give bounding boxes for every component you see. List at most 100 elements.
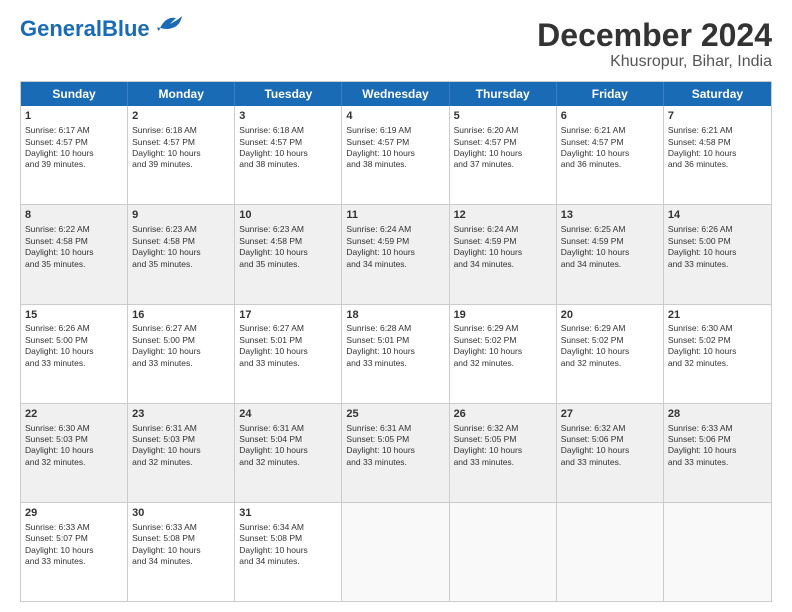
day-info: Sunset: 4:57 PM — [25, 137, 123, 148]
day-number: 1 — [25, 109, 123, 124]
day-info: Daylight: 10 hours — [454, 445, 552, 456]
day-info: Daylight: 10 hours — [239, 148, 337, 159]
day-info: Daylight: 10 hours — [25, 148, 123, 159]
calendar-day-cell: 30Sunrise: 6:33 AMSunset: 5:08 PMDayligh… — [128, 503, 235, 601]
day-info: and 34 minutes. — [132, 556, 230, 567]
calendar-day-cell: 13Sunrise: 6:25 AMSunset: 4:59 PMDayligh… — [557, 205, 664, 303]
calendar-empty-cell — [664, 503, 771, 601]
cal-header-day: Wednesday — [342, 82, 449, 106]
day-info: and 32 minutes. — [132, 457, 230, 468]
day-info: and 34 minutes. — [346, 259, 444, 270]
day-info: and 32 minutes. — [25, 457, 123, 468]
day-info: Sunset: 4:59 PM — [454, 236, 552, 247]
day-info: Sunset: 4:58 PM — [239, 236, 337, 247]
calendar-empty-cell — [342, 503, 449, 601]
day-info: and 33 minutes. — [25, 556, 123, 567]
day-info: Daylight: 10 hours — [25, 346, 123, 357]
day-info: Sunrise: 6:30 AM — [25, 423, 123, 434]
day-info: Sunset: 5:08 PM — [239, 533, 337, 544]
day-info: Sunrise: 6:25 AM — [561, 224, 659, 235]
cal-header-day: Monday — [128, 82, 235, 106]
day-info: and 32 minutes. — [239, 457, 337, 468]
calendar-day-cell: 2Sunrise: 6:18 AMSunset: 4:57 PMDaylight… — [128, 106, 235, 204]
calendar-day-cell: 4Sunrise: 6:19 AMSunset: 4:57 PMDaylight… — [342, 106, 449, 204]
page: GeneralBlue December 2024 Khusropur, Bih… — [0, 0, 792, 612]
day-number: 21 — [668, 308, 767, 323]
day-number: 13 — [561, 208, 659, 223]
day-number: 30 — [132, 506, 230, 521]
day-info: Sunrise: 6:33 AM — [668, 423, 767, 434]
calendar-header: SundayMondayTuesdayWednesdayThursdayFrid… — [21, 82, 771, 106]
day-info: Sunset: 4:57 PM — [454, 137, 552, 148]
day-info: Sunrise: 6:18 AM — [132, 125, 230, 136]
day-info: Sunset: 5:00 PM — [132, 335, 230, 346]
calendar-day-cell: 23Sunrise: 6:31 AMSunset: 5:03 PMDayligh… — [128, 404, 235, 502]
day-info: and 35 minutes. — [239, 259, 337, 270]
day-info: and 39 minutes. — [25, 159, 123, 170]
day-info: and 33 minutes. — [239, 358, 337, 369]
day-info: Daylight: 10 hours — [668, 247, 767, 258]
calendar-day-cell: 29Sunrise: 6:33 AMSunset: 5:07 PMDayligh… — [21, 503, 128, 601]
day-info: and 36 minutes. — [668, 159, 767, 170]
day-info: Sunrise: 6:32 AM — [454, 423, 552, 434]
calendar-day-cell: 21Sunrise: 6:30 AMSunset: 5:02 PMDayligh… — [664, 305, 771, 403]
calendar-day-cell: 5Sunrise: 6:20 AMSunset: 4:57 PMDaylight… — [450, 106, 557, 204]
logo: GeneralBlue — [20, 18, 184, 40]
calendar-body: 1Sunrise: 6:17 AMSunset: 4:57 PMDaylight… — [21, 106, 771, 601]
title-block: December 2024 Khusropur, Bihar, India — [537, 18, 772, 71]
subtitle: Khusropur, Bihar, India — [537, 53, 772, 71]
calendar-empty-cell — [450, 503, 557, 601]
day-info: and 33 minutes. — [346, 358, 444, 369]
day-info: Sunset: 5:08 PM — [132, 533, 230, 544]
calendar-day-cell: 20Sunrise: 6:29 AMSunset: 5:02 PMDayligh… — [557, 305, 664, 403]
calendar-day-cell: 18Sunrise: 6:28 AMSunset: 5:01 PMDayligh… — [342, 305, 449, 403]
day-info: Sunset: 5:02 PM — [668, 335, 767, 346]
day-info: and 38 minutes. — [346, 159, 444, 170]
day-info: Sunrise: 6:26 AM — [25, 323, 123, 334]
day-number: 24 — [239, 407, 337, 422]
day-info: Sunset: 5:05 PM — [346, 434, 444, 445]
day-info: Sunset: 4:58 PM — [132, 236, 230, 247]
logo-text: GeneralBlue — [20, 18, 150, 40]
calendar-day-cell: 17Sunrise: 6:27 AMSunset: 5:01 PMDayligh… — [235, 305, 342, 403]
day-number: 22 — [25, 407, 123, 422]
day-info: and 35 minutes. — [132, 259, 230, 270]
header: GeneralBlue December 2024 Khusropur, Bih… — [20, 18, 772, 71]
day-info: Daylight: 10 hours — [25, 247, 123, 258]
day-info: and 32 minutes. — [454, 358, 552, 369]
calendar-week: 15Sunrise: 6:26 AM Sunset: 5:00 PM Dayligh… — [21, 305, 771, 404]
logo-general: General — [20, 16, 102, 41]
day-info: and 34 minutes. — [239, 556, 337, 567]
day-info: Sunrise: 6:29 AM — [561, 323, 659, 334]
calendar-week: 1Sunrise: 6:17 AMSunset: 4:57 PMDaylight… — [21, 106, 771, 205]
day-info: Sunrise: 6:29 AM — [454, 323, 552, 334]
day-number: 18 — [346, 308, 444, 323]
day-info: Daylight: 10 hours — [668, 346, 767, 357]
day-info: Sunset: 5:05 PM — [454, 434, 552, 445]
day-info: Sunrise: 6:20 AM — [454, 125, 552, 136]
day-number: 15 — [25, 308, 123, 323]
day-info: Sunset: 5:03 PM — [132, 434, 230, 445]
day-info: Sunrise: 6:21 AM — [561, 125, 659, 136]
day-number: 20 — [561, 308, 659, 323]
day-info: Sunrise: 6:31 AM — [346, 423, 444, 434]
day-info: and 33 minutes. — [346, 457, 444, 468]
day-info: Sunrise: 6:31 AM — [132, 423, 230, 434]
day-number: 27 — [561, 407, 659, 422]
calendar-day-cell: 16Sunrise: 6:27 AMSunset: 5:00 PMDayligh… — [128, 305, 235, 403]
day-info: Daylight: 10 hours — [668, 148, 767, 159]
day-info: Sunset: 4:59 PM — [561, 236, 659, 247]
day-info: Sunset: 5:00 PM — [668, 236, 767, 247]
day-info: and 33 minutes. — [454, 457, 552, 468]
cal-header-day: Friday — [557, 82, 664, 106]
day-info: Daylight: 10 hours — [132, 148, 230, 159]
day-info: Sunrise: 6:24 AM — [454, 224, 552, 235]
day-info: and 32 minutes. — [668, 358, 767, 369]
day-info: Sunset: 5:02 PM — [454, 335, 552, 346]
day-info: Sunset: 5:06 PM — [561, 434, 659, 445]
day-number: 6 — [561, 109, 659, 124]
logo-bird-icon — [152, 14, 184, 36]
day-info: Sunrise: 6:21 AM — [668, 125, 767, 136]
day-info: Sunset: 5:04 PM — [239, 434, 337, 445]
day-info: and 33 minutes. — [668, 457, 767, 468]
